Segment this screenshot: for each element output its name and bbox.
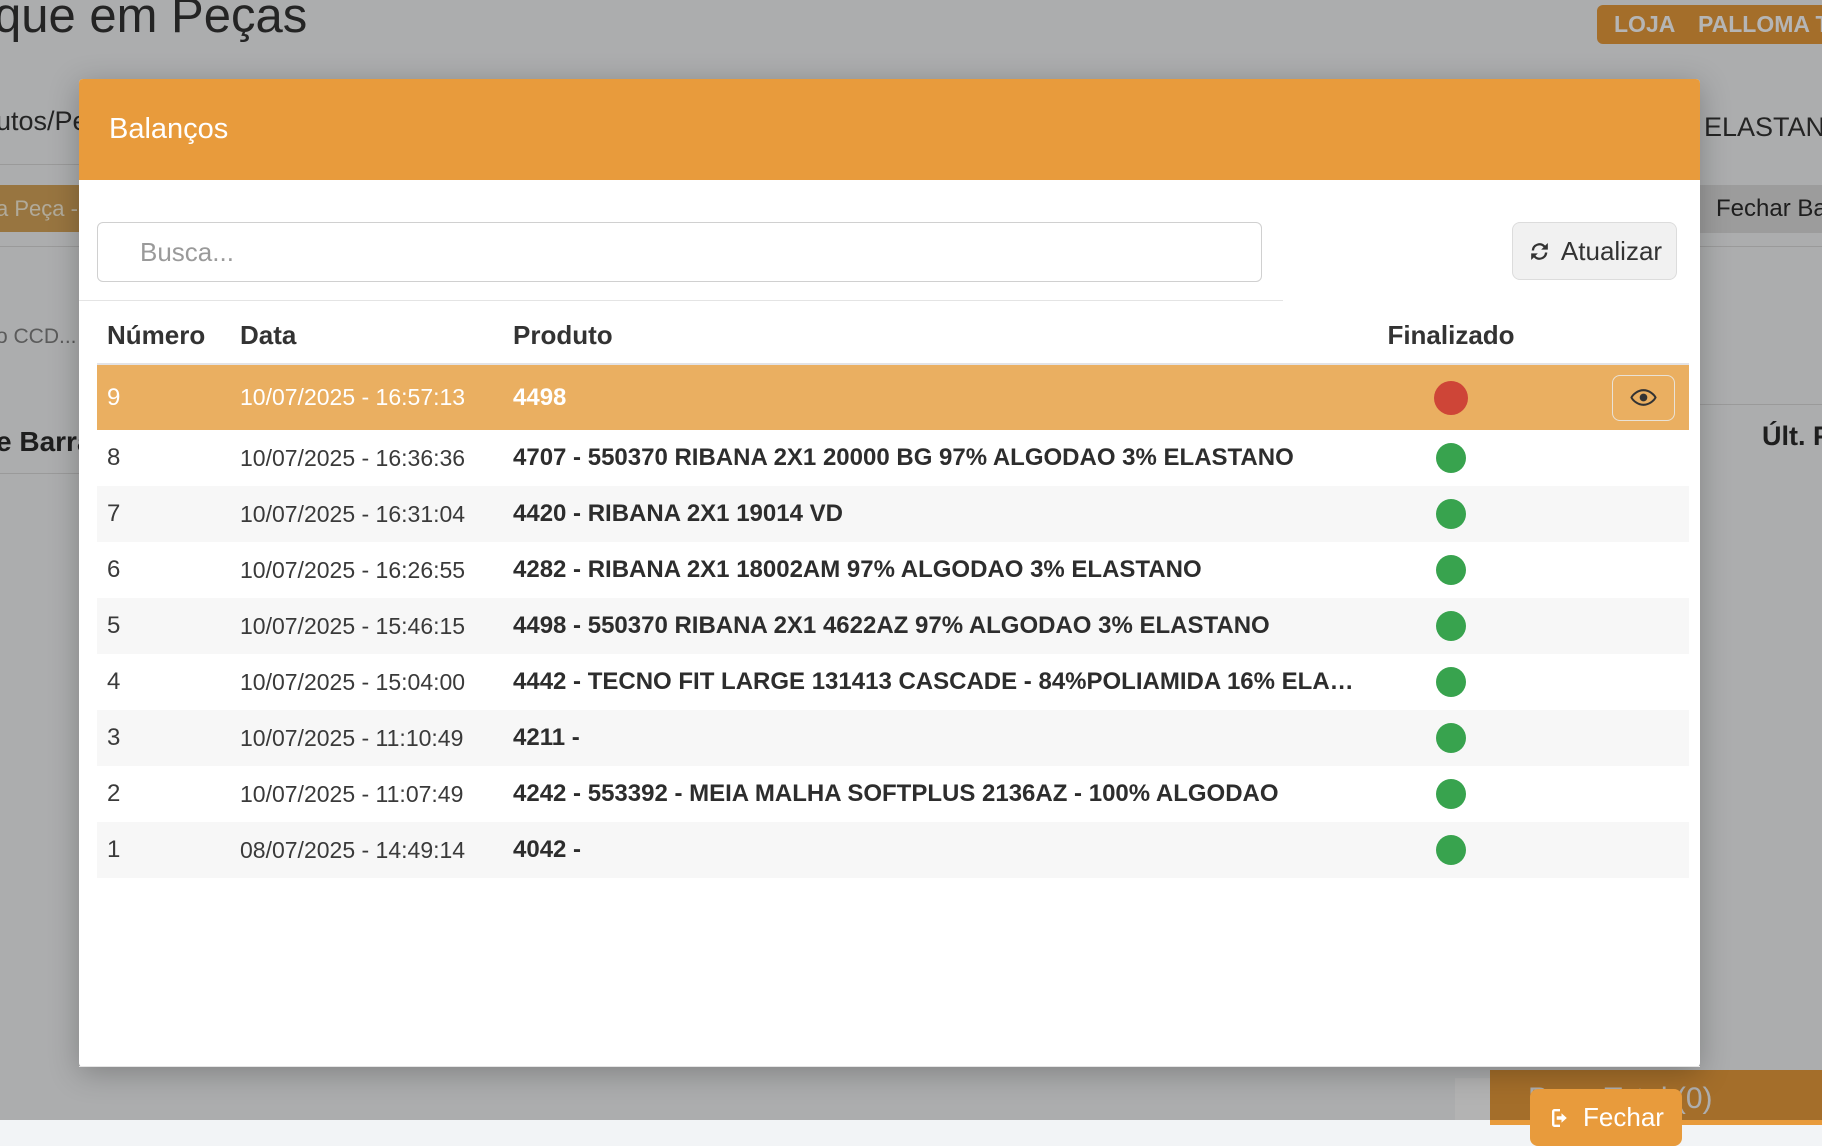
cell-produto: 4211 - [503,724,1361,752]
divider [79,1066,1700,1067]
cell-numero: 5 [97,612,230,640]
cell-data: 10/07/2025 - 15:04:00 [230,669,503,696]
modal-header: Balanços [79,79,1700,180]
table-row[interactable]: 8 10/07/2025 - 16:36:36 4707 - 550370 RI… [97,430,1689,486]
cell-finalizado [1361,723,1541,753]
cell-data: 10/07/2025 - 11:10:49 [230,725,503,752]
status-dot [1436,555,1466,585]
cell-actions [1541,375,1689,421]
column-header-produto: Produto [503,320,1361,351]
status-dot [1434,381,1468,415]
cell-data: 10/07/2025 - 16:36:36 [230,445,503,472]
cell-finalizado [1361,443,1541,473]
cell-data: 10/07/2025 - 15:46:15 [230,613,503,640]
cell-numero: 7 [97,500,230,528]
modal-title: Balanços [109,113,228,146]
table-row[interactable]: 9 10/07/2025 - 16:57:13 4498 [97,365,1689,430]
status-dot [1436,835,1466,865]
cell-numero: 2 [97,780,230,808]
sign-out-icon [1548,1106,1572,1130]
balances-table: Número Data Produto Finalizado 9 10/07/2… [97,307,1689,878]
cell-data: 10/07/2025 - 11:07:49 [230,781,503,808]
cell-finalizado [1361,499,1541,529]
column-header-numero: Número [97,320,230,351]
cell-produto: 4282 - RIBANA 2X1 18002AM 97% ALGODAO 3%… [503,556,1361,584]
status-dot [1436,779,1466,809]
column-header-data: Data [230,320,503,351]
table-row[interactable]: 7 10/07/2025 - 16:31:04 4420 - RIBANA 2X… [97,486,1689,542]
cell-data: 08/07/2025 - 14:49:14 [230,837,503,864]
table-row[interactable]: 3 10/07/2025 - 11:10:49 4211 - [97,710,1689,766]
cell-numero: 3 [97,724,230,752]
status-dot [1436,611,1466,641]
cell-numero: 9 [97,384,230,412]
cell-produto: 4498 - 550370 RIBANA 2X1 4622AZ 97% ALGO… [503,612,1361,640]
balance-table-body: 9 10/07/2025 - 16:57:13 4498 8 10/07/202… [97,365,1689,878]
status-dot [1436,667,1466,697]
table-row[interactable]: 2 10/07/2025 - 11:07:49 4242 - 553392 - … [97,766,1689,822]
cell-numero: 8 [97,444,230,472]
cell-data: 10/07/2025 - 16:57:13 [230,384,503,411]
column-header-finalizado: Finalizado [1361,320,1541,351]
balancos-modal: Balanços Atualizar Número Data Produto F… [79,79,1700,1067]
status-dot [1436,443,1466,473]
divider [79,300,1283,301]
cell-data: 10/07/2025 - 16:31:04 [230,501,503,528]
cell-finalizado [1361,555,1541,585]
table-row[interactable]: 6 10/07/2025 - 16:26:55 4282 - RIBANA 2X… [97,542,1689,598]
eye-icon [1630,384,1657,411]
table-row[interactable]: 1 08/07/2025 - 14:49:14 4042 - [97,822,1689,878]
cell-produto: 4242 - 553392 - MEIA MALHA SOFTPLUS 2136… [503,780,1361,808]
cell-produto: 4707 - 550370 RIBANA 2X1 20000 BG 97% AL… [503,444,1361,472]
cell-finalizado [1361,835,1541,865]
refresh-icon [1527,239,1552,264]
cell-produto: 4420 - RIBANA 2X1 19014 VD [503,500,1361,528]
table-row[interactable]: 4 10/07/2025 - 15:04:00 4442 - TECNO FIT… [97,654,1689,710]
cell-produto: 4042 - [503,836,1361,864]
cell-finalizado [1361,611,1541,641]
cell-produto: 4498 [503,384,1361,412]
refresh-button[interactable]: Atualizar [1512,222,1677,280]
status-dot [1436,723,1466,753]
table-row[interactable]: 5 10/07/2025 - 15:46:15 4498 - 550370 RI… [97,598,1689,654]
search-input[interactable] [97,222,1262,282]
cell-finalizado [1361,667,1541,697]
cell-produto: 4442 - TECNO FIT LARGE 131413 CASCADE - … [503,668,1361,696]
cell-numero: 6 [97,556,230,584]
view-button[interactable] [1612,375,1675,421]
refresh-button-label: Atualizar [1561,236,1662,267]
close-modal-button[interactable]: Fechar [1530,1089,1682,1146]
status-dot [1436,499,1466,529]
table-header-row: Número Data Produto Finalizado [97,307,1689,365]
cell-data: 10/07/2025 - 16:26:55 [230,557,503,584]
modal-body: Atualizar Número Data Produto Finalizado… [79,180,1700,1067]
cell-numero: 1 [97,836,230,864]
cell-finalizado [1361,779,1541,809]
cell-numero: 4 [97,668,230,696]
close-button-label: Fechar [1583,1102,1664,1133]
cell-finalizado [1361,381,1541,415]
